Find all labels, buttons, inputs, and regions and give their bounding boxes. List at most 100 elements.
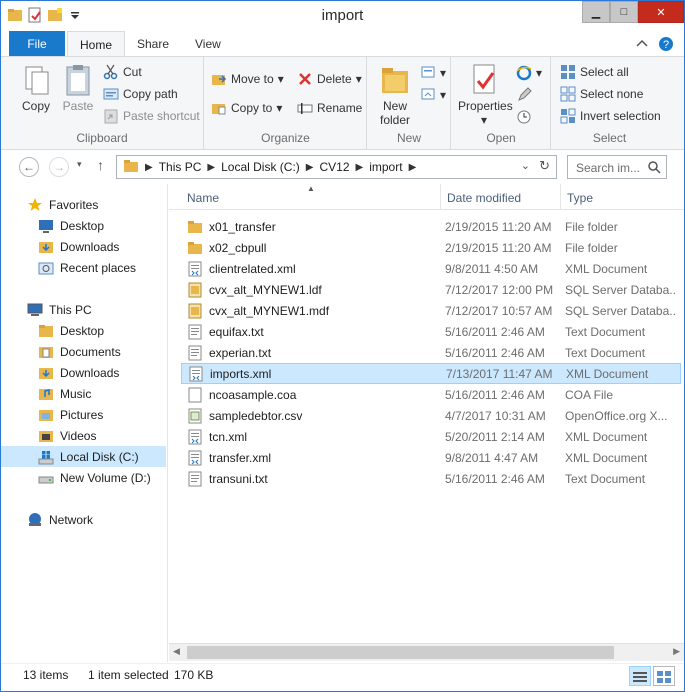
move-to-button[interactable]: Move to ▾ [211,71,284,87]
scrollbar-thumb[interactable] [187,646,614,659]
file-row[interactable]: x02_cbpull 2/19/2015 11:20 AM File folder [181,237,681,258]
tab-view[interactable]: View [183,31,233,57]
file-row[interactable]: imports.xml 7/13/2017 11:47 AM XML Documen… [181,363,681,384]
scroll-right-icon[interactable]: ▶ [673,646,680,657]
file-type: XML Document [565,261,648,276]
nav-pc-documents[interactable]: Documents [1,341,166,362]
copy-button[interactable]: Copy [15,63,57,113]
file-row[interactable]: transfer.xml 9/8/2011 4:47 AM XML Document [181,447,681,468]
nav-fav-downloads[interactable]: Downloads [1,236,166,257]
column-date-modified[interactable]: Date modified [447,191,521,205]
address-bar[interactable]: ▶ This PC ▶ Local Disk (C:) ▶ CV12 ▶ imp… [116,155,557,179]
tab-share[interactable]: Share [125,31,181,57]
file-name: tcn.xml [209,429,248,444]
address-dropdown-icon[interactable]: ⌄ [521,159,530,172]
breadcrumb-this-pc[interactable]: This PC [155,160,206,174]
nav-fav-desktop[interactable]: Desktop [1,215,166,236]
properties-button[interactable]: Properties ▾ [458,63,513,127]
file-row[interactable]: x01_transfer 2/19/2015 11:20 AM File folde… [181,216,681,237]
nav-pc-music[interactable]: Music [1,383,166,404]
sql-file-icon [187,303,203,319]
up-button[interactable]: ↑ [97,157,104,173]
file-name: cvx_alt_MYNEW1.mdf [209,303,330,318]
easy-access-button[interactable]: ▾ [420,87,446,103]
edit-icon [516,87,532,103]
file-row[interactable]: tcn.xml 5/20/2011 2:14 AM XML Document [181,426,681,447]
file-row[interactable]: ncoasample.coa 5/16/2011 2:46 AM COA File [181,384,681,405]
tab-home[interactable]: Home [67,31,126,57]
scroll-left-icon[interactable]: ◀ [173,646,180,657]
music-folder-icon [38,386,54,402]
file-row[interactable]: cvx_alt_MYNEW1.mdf 7/12/2017 10:57 AM SQL … [181,300,681,321]
horizontal-scrollbar[interactable]: ◀ ▶ [169,643,684,661]
properties-icon [468,63,500,97]
file-row[interactable]: transuni.txt 5/16/2011 2:46 AM Text Docume… [181,468,681,489]
invert-selection-icon [560,108,576,124]
generic-file-icon [187,387,203,403]
paste-shortcut-icon [103,108,119,124]
breadcrumb-chevron-icon[interactable]: ▶ [407,162,419,173]
back-button[interactable]: ← [19,157,39,177]
select-none-button[interactable]: Select none [560,86,643,102]
paste-button[interactable]: Paste [57,63,99,113]
copy-path-button[interactable]: Copy path [103,86,178,102]
scissors-icon [103,64,119,80]
breadcrumb-chevron-icon[interactable]: ▶ [304,162,316,173]
invert-selection-button[interactable]: Invert selection [560,108,661,124]
nav-this-pc[interactable]: This PC [1,299,166,320]
breadcrumb-local-disk[interactable]: Local Disk (C:) [217,160,304,174]
nav-fav-recent-places[interactable]: Recent places [1,257,166,278]
new-folder-button[interactable]: New folder [374,63,416,127]
file-name: x01_transfer [209,219,276,234]
select-all-button[interactable]: Select all [560,64,629,80]
recent-locations-dropdown[interactable]: ▾ [77,159,82,170]
minimize-button[interactable]: ▁ [582,1,610,23]
nav-favorites[interactable]: Favorites [1,194,166,215]
nav-pc-downloads[interactable]: Downloads [1,362,166,383]
large-icons-view-button[interactable] [653,666,675,686]
nav-network[interactable]: Network [1,509,166,530]
clipboard-group: Copy Paste Cut Copy path Paste shortcut … [1,57,204,149]
breadcrumb-chevron-icon[interactable]: ▶ [205,162,217,173]
videos-folder-icon [38,428,54,444]
nav-pc-new-volume[interactable]: New Volume (D:) [1,467,166,488]
nav-pc-videos[interactable]: Videos [1,425,166,446]
new-item-icon [420,65,436,81]
file-row[interactable]: experian.txt 5/16/2011 2:46 AM Text Docume… [181,342,681,363]
breadcrumb-cv12[interactable]: CV12 [315,160,353,174]
text-file-icon [187,324,203,340]
nav-pc-local-disk[interactable]: Local Disk (C:) [1,446,166,467]
tab-file[interactable]: File [9,31,65,57]
cut-button[interactable]: Cut [103,64,142,80]
breadcrumb-import[interactable]: import [365,160,406,174]
breadcrumb-chevron-icon[interactable]: ▶ [354,162,366,173]
search-icon[interactable] [647,160,661,177]
collapse-ribbon-icon[interactable] [634,36,650,55]
help-icon[interactable]: ? [658,36,674,55]
breadcrumb-chevron-icon[interactable]: ▶ [143,162,155,173]
refresh-icon[interactable]: ↻ [539,158,550,174]
copy-path-icon [103,86,119,102]
close-button[interactable]: ✕ [638,1,684,23]
file-row[interactable]: sampledebtor.csv 4/7/2017 10:31 AM OpenOff… [181,405,681,426]
maximize-button[interactable]: □ [610,1,638,23]
file-type: SQL Server Databa... [565,282,675,297]
file-row[interactable]: equifax.txt 5/16/2011 2:46 AM Text Documen… [181,321,681,342]
delete-button[interactable]: Delete ▾ [297,71,362,87]
file-row[interactable]: cvx_alt_MYNEW1.ldf 7/12/2017 12:00 PM SQL … [181,279,681,300]
file-row[interactable]: clientrelated.xml 9/8/2011 4:50 AM XML Doc… [181,258,681,279]
edit-button[interactable] [516,87,532,103]
nav-pc-desktop[interactable]: Desktop [1,320,166,341]
nav-pc-pictures[interactable]: Pictures [1,404,166,425]
column-name[interactable]: Name [187,191,219,205]
file-date: 7/12/2017 12:00 PM [445,282,554,297]
rename-button[interactable]: Rename [297,100,362,116]
history-button[interactable] [516,109,532,125]
copy-to-button[interactable]: Copy to ▾ [211,100,282,116]
new-item-button[interactable]: ▾ [420,65,446,81]
details-view-button[interactable] [629,666,651,686]
open-with-button[interactable]: ▾ [516,65,542,81]
paste-shortcut-button[interactable]: Paste shortcut [103,108,200,124]
forward-button[interactable]: → [49,157,69,177]
column-type[interactable]: Type [567,191,593,205]
